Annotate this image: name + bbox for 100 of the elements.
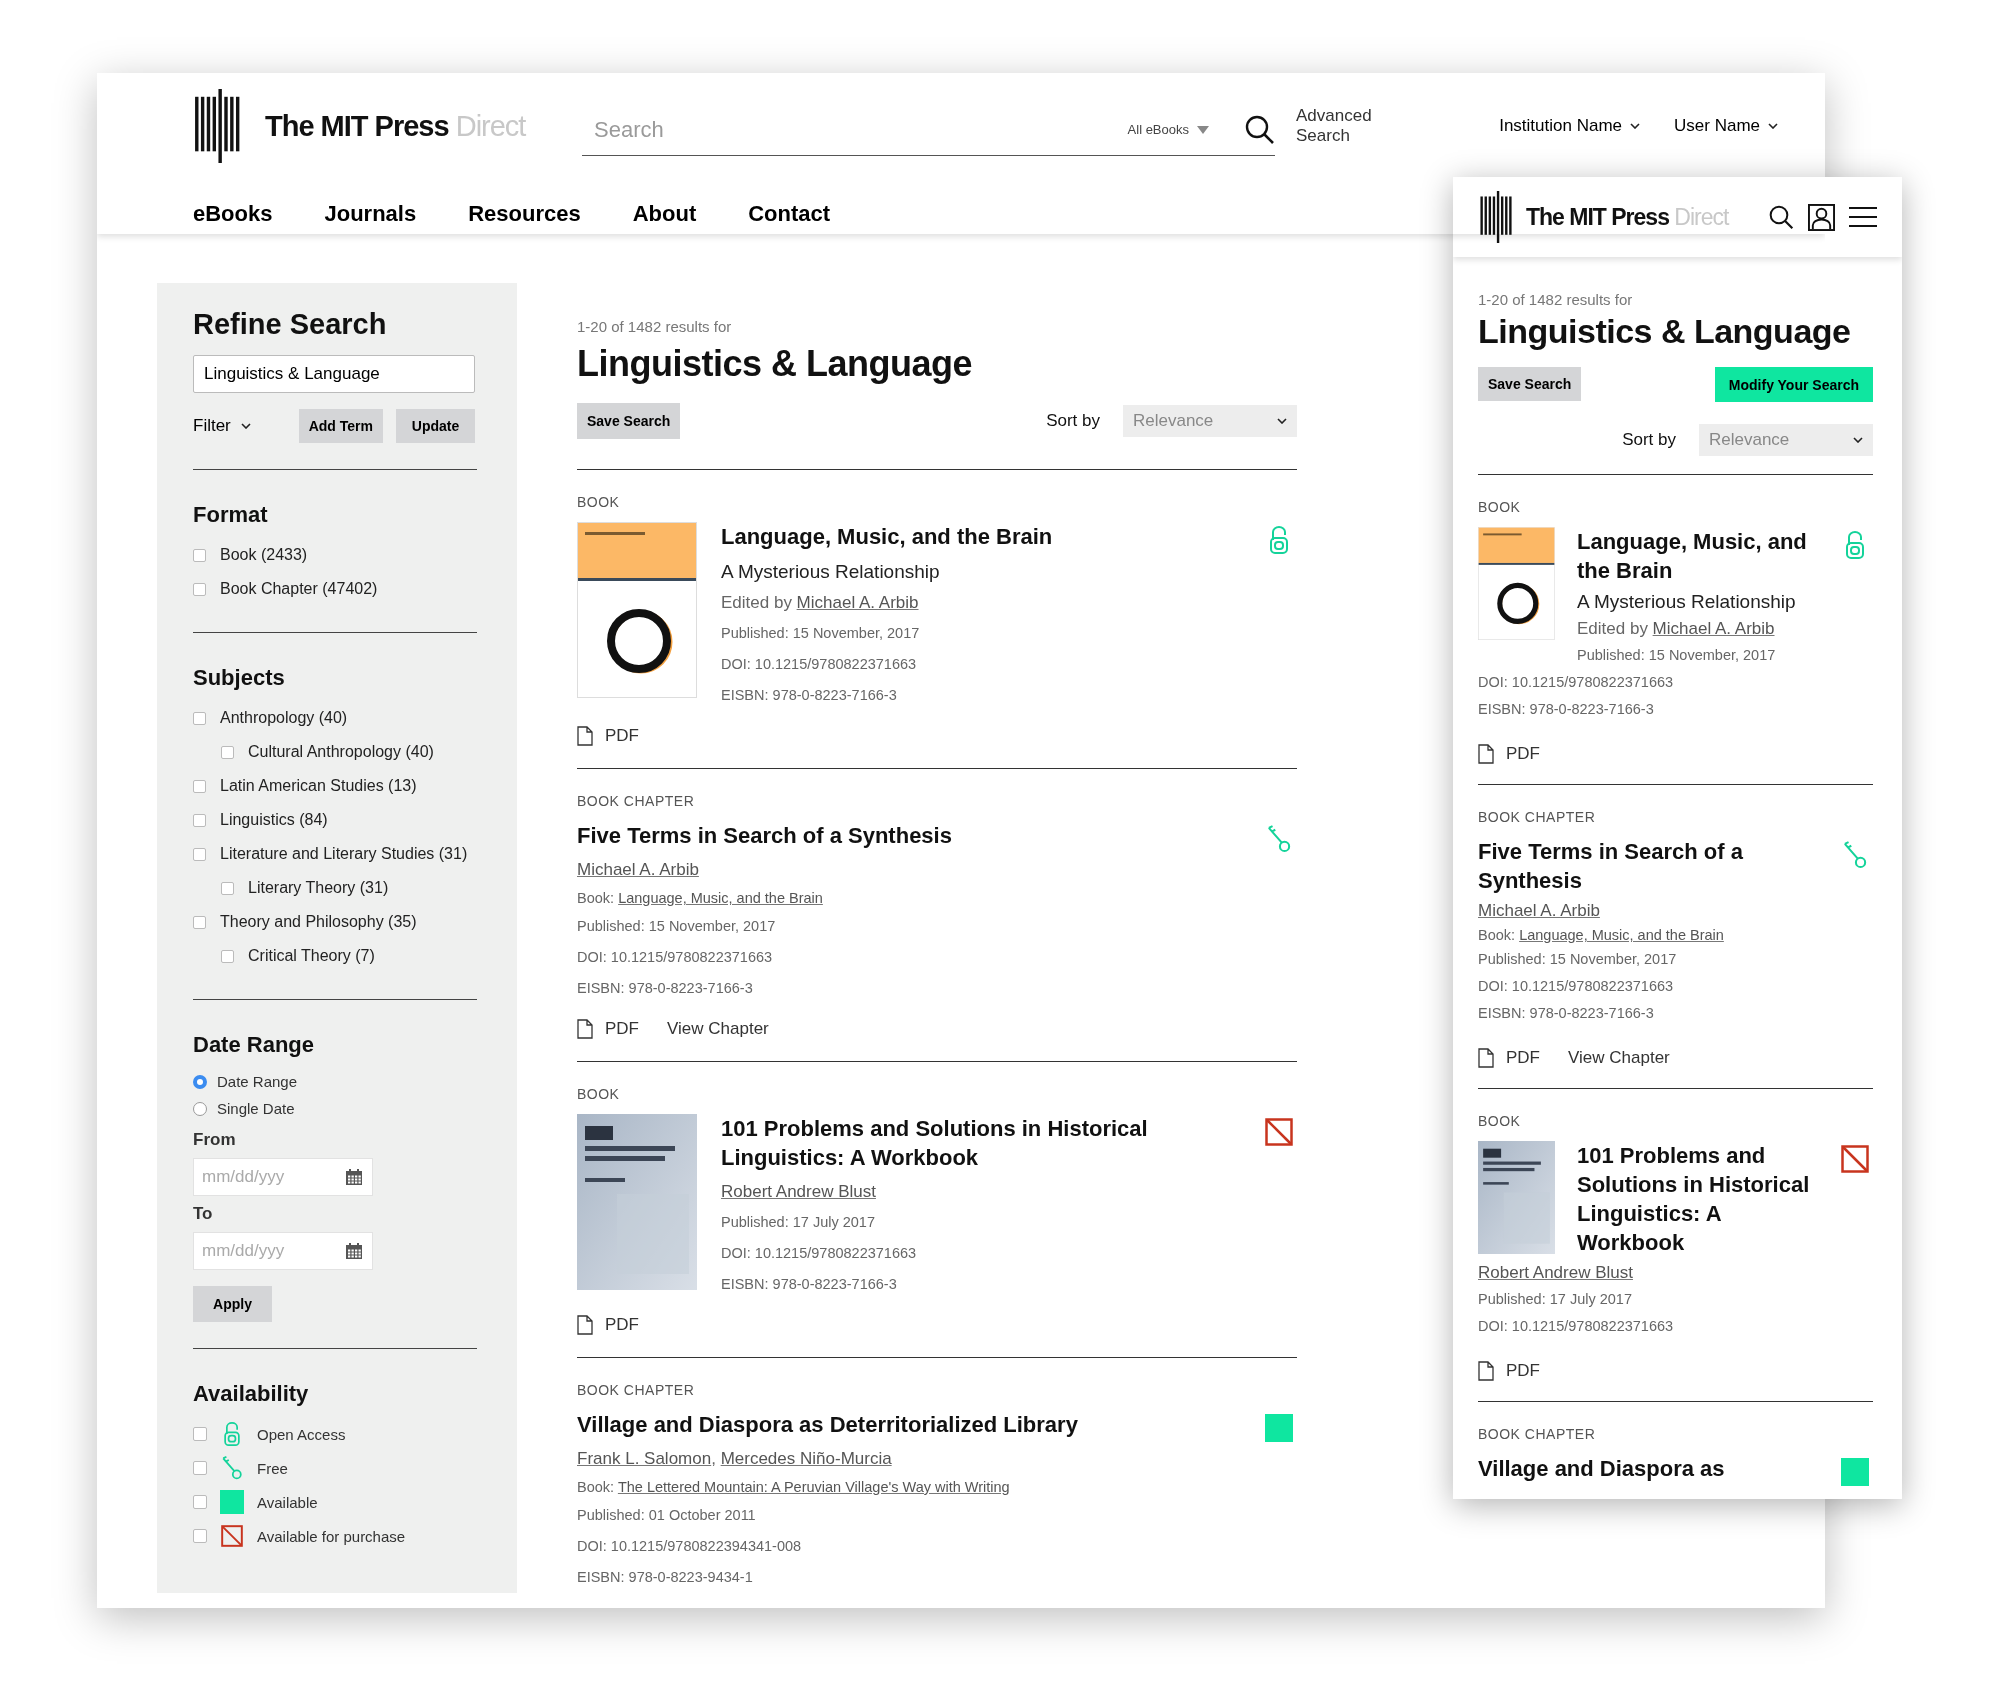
filter-button[interactable]: Update xyxy=(396,409,475,443)
facet-heading: Format xyxy=(193,502,269,528)
caret-icon xyxy=(1768,123,1778,129)
result-title[interactable]: Five Terms in Search of a Synthesis xyxy=(1478,837,1813,895)
caret-icon xyxy=(1277,418,1287,424)
pdf-link[interactable]: PDF xyxy=(1478,744,1540,764)
checkbox[interactable] xyxy=(221,881,234,895)
book-link[interactable]: The Lettered Mountain: A Peruvian Village's Way with Writing xyxy=(617,1479,1010,1495)
filter-option-label: Free xyxy=(257,1459,288,1477)
apply-button[interactable]: Apply xyxy=(193,1286,272,1322)
author-link[interactable]: Michael A. Arbib xyxy=(1478,901,1600,920)
view-chapter-link[interactable]: View Chapter xyxy=(667,1019,769,1039)
checkbox[interactable] xyxy=(221,949,234,963)
result-title[interactable]: 101 Problems and Solutions in Historical Linguistics: A Workbook xyxy=(721,1114,1237,1172)
view-chapter-link[interactable]: View Chapter xyxy=(1568,1048,1670,1068)
account-menu[interactable]: User Name xyxy=(1674,116,1778,136)
result-title[interactable]: Language, Music, and the Brain xyxy=(1478,527,1813,585)
nav-link[interactable]: Resources xyxy=(468,201,581,227)
checkbox[interactable] xyxy=(193,1461,207,1475)
result-detail: DOI: 10.1215/9780822371663 xyxy=(1478,673,1675,692)
account-menu[interactable]: Institution Name xyxy=(1499,116,1641,136)
bars-logo-icon[interactable] xyxy=(193,89,240,163)
file-icon xyxy=(1478,1048,1494,1068)
checkbox[interactable] xyxy=(193,847,206,861)
scope-dropdown[interactable]: All eBooks xyxy=(1121,121,1215,138)
result-type-label: BOOK CHAPTER xyxy=(1478,1426,1597,1442)
date-field[interactable]: mm/dd/yyy xyxy=(193,1232,373,1270)
sort-label: Sort by xyxy=(1622,430,1676,450)
book-line: Book: Language, Music, and the Brain xyxy=(577,890,824,906)
nav-link[interactable]: Contact xyxy=(748,201,831,227)
crossed-square-icon xyxy=(221,1524,243,1548)
facet-heading: Availability xyxy=(193,1381,310,1407)
result-title[interactable]: 101 Problems and Solutions in Historical Linguistics: A Workbook xyxy=(1478,1141,1813,1257)
checkbox[interactable] xyxy=(193,813,206,827)
checkbox[interactable] xyxy=(193,582,206,596)
checkbox[interactable] xyxy=(193,1427,207,1441)
pdf-link[interactable]: PDF xyxy=(1478,1048,1540,1068)
query-heading: Linguistics & Language xyxy=(577,343,974,385)
padlock-icon xyxy=(1269,526,1289,554)
search-icon[interactable] xyxy=(1245,114,1275,145)
result-type-label: BOOK CHAPTER xyxy=(1478,809,1597,825)
filter-dropdown[interactable]: Filter xyxy=(193,416,251,436)
author-link[interactable]: Frank L. Salomon xyxy=(577,1449,712,1468)
pdf-link[interactable]: PDF xyxy=(577,1315,639,1335)
pdf-link[interactable]: PDF xyxy=(1478,1361,1540,1381)
result-title[interactable]: Five Terms in Search of a Synthesis xyxy=(577,821,1237,850)
result-title[interactable]: Village and Diaspora as Deterritorialized Library xyxy=(577,1410,1237,1439)
square-icon xyxy=(1841,1458,1869,1486)
filter-option-label: Literary Theory (31) xyxy=(248,879,389,897)
nav-link[interactable]: About xyxy=(632,201,697,227)
key-icon xyxy=(1267,825,1291,853)
author-link[interactable]: Mercedes Niño-Murcia xyxy=(720,1449,892,1468)
calendar-icon[interactable] xyxy=(345,1168,363,1186)
advanced-search-link[interactable]: Advanced Search xyxy=(1296,106,1386,146)
result-title[interactable]: Language, Music, and the Brain xyxy=(721,522,1237,551)
author-link[interactable]: Robert Andrew Blust xyxy=(1478,1263,1633,1282)
term-field[interactable]: Linguistics & Language xyxy=(193,355,475,393)
menu-icon[interactable] xyxy=(1849,206,1877,228)
nav-link[interactable]: Journals xyxy=(324,201,417,227)
save-search-button[interactable]: Save Search xyxy=(1478,367,1582,401)
author-link[interactable]: Robert Andrew Blust xyxy=(721,1182,876,1201)
user-icon[interactable] xyxy=(1808,203,1835,231)
checkbox[interactable] xyxy=(221,745,234,759)
result-detail: EISBN: 978-0-8223-7166-3 xyxy=(721,686,898,705)
radio-button[interactable] xyxy=(193,1074,207,1089)
result-detail: DOI: 10.1215/9780822371663 xyxy=(721,655,918,674)
author-link[interactable]: Michael A. Arbib xyxy=(796,593,919,612)
modify-search-button[interactable]: Modify Your Search xyxy=(1714,367,1873,402)
save-search-button[interactable]: Save Search xyxy=(577,403,681,439)
result-type-label: BOOK CHAPTER xyxy=(577,1382,696,1398)
calendar-icon[interactable] xyxy=(345,1242,363,1260)
search-icon[interactable] xyxy=(1769,204,1794,230)
filter-option-label: Anthropology (40) xyxy=(220,709,348,727)
pdf-link[interactable]: PDF xyxy=(577,1019,639,1039)
filter-option-label: Book Chapter (47402) xyxy=(220,580,378,598)
padlock-icon xyxy=(1845,531,1865,559)
checkbox[interactable] xyxy=(193,711,206,725)
file-icon xyxy=(577,1019,593,1039)
book-link[interactable]: Language, Music, and the Brain xyxy=(1519,927,1724,943)
result-type-label: BOOK xyxy=(577,1086,621,1102)
author-line: Edited by Michael A. Arbib xyxy=(721,593,920,613)
bars-logo-icon[interactable] xyxy=(1479,191,1512,243)
checkbox[interactable] xyxy=(193,1529,207,1543)
date-field[interactable]: mm/dd/yyy xyxy=(193,1158,373,1196)
checkbox[interactable] xyxy=(193,779,206,793)
author-link[interactable]: Michael A. Arbib xyxy=(577,860,699,879)
key-icon xyxy=(1843,841,1867,869)
checkbox[interactable] xyxy=(193,1495,207,1509)
radio-label: Date Range xyxy=(217,1073,298,1090)
author-link[interactable]: Michael A. Arbib xyxy=(1652,619,1775,638)
book-link[interactable]: Language, Music, and the Brain xyxy=(618,890,823,906)
pdf-link[interactable]: PDF xyxy=(577,726,639,746)
result-detail: Published: 01 October 2011 xyxy=(577,1506,757,1525)
search-field[interactable]: Search xyxy=(582,110,1122,149)
result-title[interactable]: Village and Diaspora as xyxy=(1478,1454,1813,1483)
checkbox[interactable] xyxy=(193,548,206,562)
filter-button[interactable]: Add Term xyxy=(298,409,383,443)
nav-link[interactable]: eBooks xyxy=(193,201,273,227)
checkbox[interactable] xyxy=(193,915,206,929)
radio-button[interactable] xyxy=(193,1101,207,1116)
